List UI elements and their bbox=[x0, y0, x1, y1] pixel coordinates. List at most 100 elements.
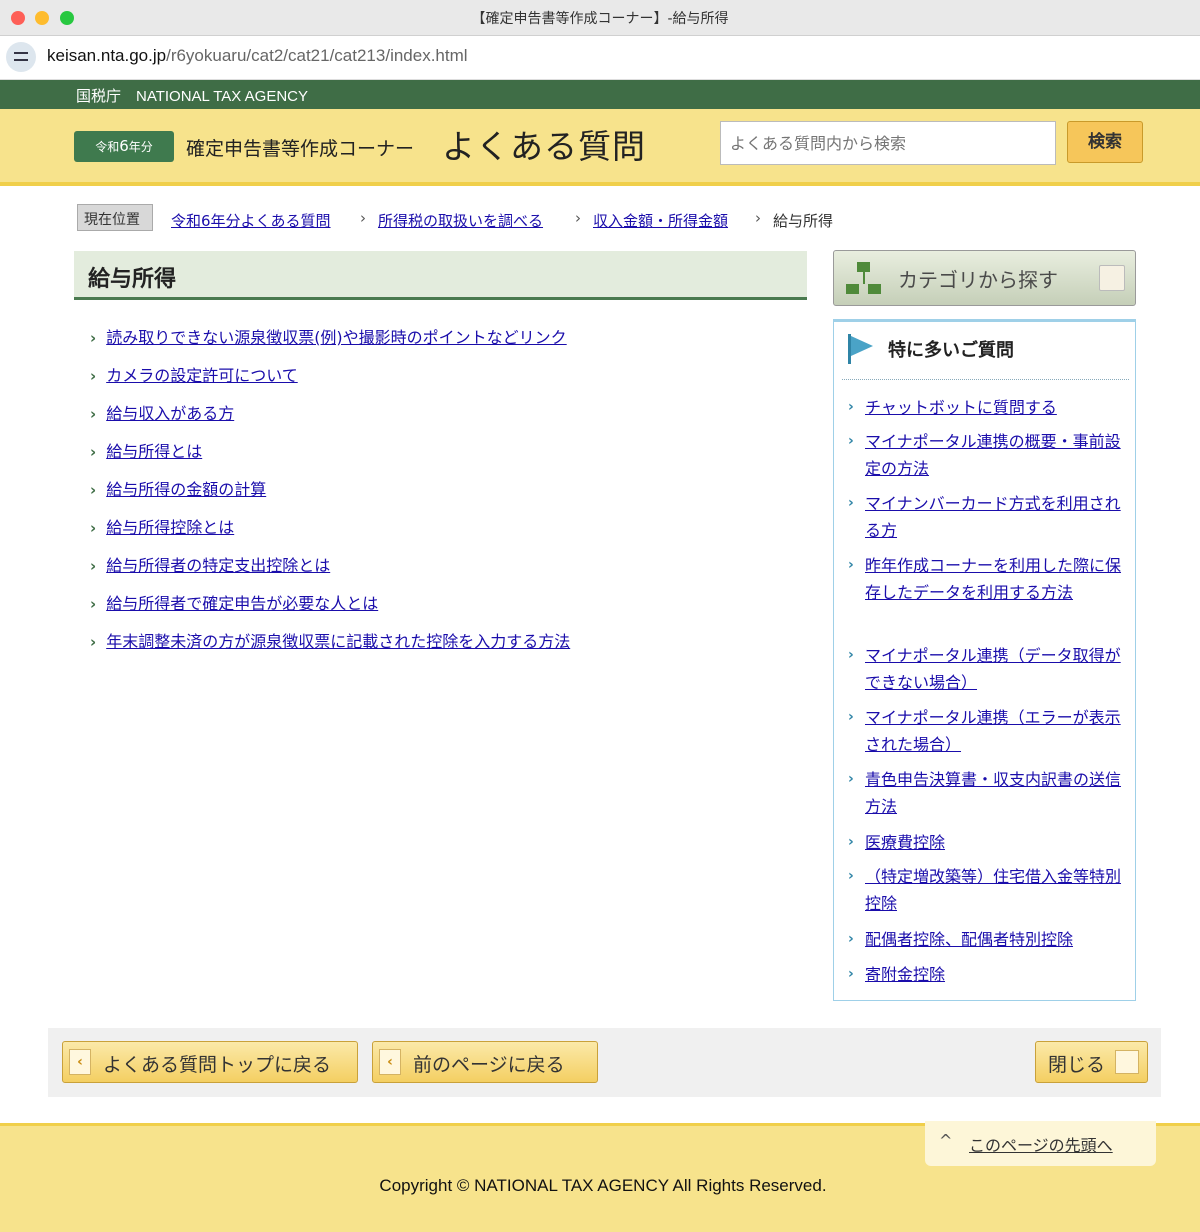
list-item: › マイナポータル連携の概要・事前設定の方法 bbox=[848, 428, 1128, 482]
faq-top-label: よくある質問トップに戻る bbox=[103, 1054, 332, 1076]
page-title: よくある質問 bbox=[442, 127, 646, 166]
question-link[interactable]: 給与所得の金額の計算 bbox=[106, 480, 266, 499]
copyright: Copyright © NATIONAL TAX AGENCY All Righ… bbox=[379, 1176, 827, 1195]
popular-question-link[interactable]: （特定増改築等）住宅借入金等特別控除 bbox=[865, 863, 1128, 917]
close-icon bbox=[1115, 1050, 1139, 1074]
chevron-right-icon: › bbox=[90, 329, 97, 347]
question-link[interactable]: 給与所得控除とは bbox=[106, 518, 234, 537]
chevron-right-icon: › bbox=[90, 367, 97, 385]
url-path: /r6yokuaru/cat2/cat21/cat213/index.html bbox=[166, 46, 468, 65]
chevron-left-icon: ‹ bbox=[379, 1049, 401, 1075]
search-input[interactable] bbox=[721, 122, 1055, 164]
list-item: › マイナンバーカード方式を利用される方 bbox=[848, 490, 1128, 544]
list-item: › 医療費控除 bbox=[848, 829, 1128, 856]
flag-icon bbox=[848, 334, 874, 364]
chevron-right-icon: › bbox=[755, 209, 761, 227]
list-item: › 給与所得とは bbox=[90, 438, 202, 462]
chevron-right-icon: › bbox=[848, 557, 854, 573]
popular-question-link[interactable]: チャットボットに質問する bbox=[865, 394, 1128, 421]
list-item: › 読み取りできない源泉徴収票(例)や撮影時のポイントなどリンク bbox=[90, 324, 567, 348]
url-host: keisan.nta.go.jp bbox=[47, 46, 167, 65]
popular-question-link[interactable]: マイナポータル連携（エラーが表示された場合） bbox=[865, 704, 1128, 758]
back-label: 前のページに戻る bbox=[413, 1054, 565, 1076]
list-item: › 寄附金控除 bbox=[848, 961, 1128, 988]
category-search-button[interactable]: カテゴリから探す bbox=[833, 250, 1136, 306]
year-suffix: 年分 bbox=[128, 140, 153, 154]
year-prefix: 令和 bbox=[95, 140, 120, 154]
chevron-right-icon: › bbox=[848, 399, 854, 415]
page-top-link-wrapper: ^ このページの先頭へ bbox=[925, 1121, 1156, 1166]
close-button[interactable]: 閉じる bbox=[1035, 1041, 1148, 1083]
chevron-left-icon: ‹ bbox=[69, 1049, 91, 1075]
breadcrumb-item-income-amount[interactable]: 収入金額・所得金額 bbox=[593, 210, 728, 231]
list-item: › 給与所得控除とは bbox=[90, 514, 234, 538]
chevron-right-icon: › bbox=[848, 433, 854, 449]
sitemap-icon bbox=[844, 260, 884, 298]
section-heading: 給与所得 bbox=[74, 251, 807, 300]
chevron-right-icon: › bbox=[848, 834, 854, 850]
chevron-right-icon: › bbox=[848, 966, 854, 982]
chevron-right-icon: › bbox=[90, 443, 97, 461]
chevron-right-icon: › bbox=[360, 209, 366, 227]
year-number: 6 bbox=[119, 137, 129, 155]
search-button[interactable]: 検索 bbox=[1067, 121, 1143, 163]
chevron-right-icon: › bbox=[848, 495, 854, 511]
question-link[interactable]: 給与収入がある方 bbox=[106, 404, 234, 423]
question-link[interactable]: カメラの設定許可について bbox=[106, 366, 298, 385]
question-link[interactable]: 給与所得者で確定申告が必要な人とは bbox=[106, 594, 378, 613]
breadcrumb-item-faq-top[interactable]: 令和6年分よくある質問 bbox=[171, 210, 331, 231]
popular-question-link[interactable]: マイナポータル連携（データ取得ができない場合） bbox=[865, 642, 1128, 696]
list-item: › （特定増改築等）住宅借入金等特別控除 bbox=[848, 863, 1128, 917]
site-settings-icon[interactable] bbox=[6, 42, 36, 72]
chevron-right-icon: › bbox=[90, 633, 97, 651]
divider bbox=[842, 379, 1129, 380]
breadcrumb-current-label: 現在位置 bbox=[77, 204, 153, 231]
faq-top-button[interactable]: ‹ よくある質問トップに戻る bbox=[62, 1041, 358, 1083]
agency-name[interactable]: 国税庁 NATIONAL TAX AGENCY bbox=[76, 85, 308, 106]
chevron-right-icon: › bbox=[90, 405, 97, 423]
list-item: › カメラの設定許可について bbox=[90, 362, 298, 386]
breadcrumb-item-income-tax[interactable]: 所得税の取扱いを調べる bbox=[378, 210, 543, 231]
popular-question-link[interactable]: マイナポータル連携の概要・事前設定の方法 bbox=[865, 428, 1128, 482]
page-top-link[interactable]: このページの先頭へ bbox=[969, 1132, 1113, 1156]
popular-question-link[interactable]: 医療費控除 bbox=[865, 829, 1128, 856]
list-item: › チャットボットに質問する bbox=[848, 394, 1128, 421]
chevron-right-icon: › bbox=[90, 481, 97, 499]
chevron-right-icon: › bbox=[848, 647, 854, 663]
url-field[interactable]: keisan.nta.go.jp/r6yokuaru/cat2/cat21/ca… bbox=[47, 46, 468, 66]
list-item: › 給与収入がある方 bbox=[90, 400, 234, 424]
popular-question-link[interactable]: 青色申告決算書・収支内訳書の送信方法 bbox=[865, 766, 1128, 820]
search-input-wrapper bbox=[720, 121, 1056, 165]
question-link[interactable]: 給与所得者の特定支出控除とは bbox=[106, 556, 330, 575]
breadcrumb-current: 給与所得 bbox=[773, 212, 834, 230]
list-item: › 青色申告決算書・収支内訳書の送信方法 bbox=[848, 766, 1128, 820]
chevron-right-icon: › bbox=[90, 519, 97, 537]
window-titlebar: 【確定申告書等作成コーナー】-給与所得 bbox=[0, 0, 1200, 36]
close-label: 閉じる bbox=[1048, 1054, 1106, 1076]
list-item: › 昨年作成コーナーを利用した際に保存したデータを利用する方法 bbox=[848, 552, 1128, 606]
chevron-right-icon: › bbox=[90, 557, 97, 575]
popular-question-link[interactable]: 昨年作成コーナーを利用した際に保存したデータを利用する方法 bbox=[865, 552, 1128, 606]
popular-question-link[interactable]: 寄附金控除 bbox=[865, 961, 1128, 988]
list-item: › 給与所得の金額の計算 bbox=[90, 476, 266, 500]
list-item: › マイナポータル連携（エラーが表示された場合） bbox=[848, 704, 1128, 758]
list-item: › 給与所得者の特定支出控除とは bbox=[90, 552, 330, 576]
corner-name: 確定申告書等作成コーナー bbox=[186, 138, 415, 160]
chevron-right-icon: › bbox=[848, 868, 854, 884]
chevron-right-icon: › bbox=[90, 595, 97, 613]
year-badge: 令和6年分 bbox=[74, 131, 174, 162]
popular-questions-panel: 特に多いご質問 › チャットボットに質問する › マイナポータル連携の概要・事前設定… bbox=[833, 319, 1136, 1001]
list-item: › 配偶者控除、配偶者特別控除 bbox=[848, 926, 1128, 953]
question-link[interactable]: 年末調整未済の方が源泉徴収票に記載された控除を入力する方法 bbox=[106, 632, 570, 651]
window-title: 【確定申告書等作成コーナー】-給与所得 bbox=[471, 11, 729, 27]
back-button[interactable]: ‹ 前のページに戻る bbox=[372, 1041, 598, 1083]
chevron-up-icon: ^ bbox=[939, 1131, 953, 1150]
question-link[interactable]: 読み取りできない源泉徴収票(例)や撮影時のポイントなどリンク bbox=[106, 328, 567, 347]
chevron-right-icon: › bbox=[848, 931, 854, 947]
chevron-right-icon bbox=[1099, 265, 1125, 291]
question-link[interactable]: 給与所得とは bbox=[106, 442, 202, 461]
popular-questions-title: 特に多いご質問 bbox=[888, 340, 1014, 361]
popular-question-link[interactable]: 配偶者控除、配偶者特別控除 bbox=[865, 926, 1128, 953]
chevron-right-icon: › bbox=[848, 709, 854, 725]
popular-question-link[interactable]: マイナンバーカード方式を利用される方 bbox=[865, 490, 1128, 544]
